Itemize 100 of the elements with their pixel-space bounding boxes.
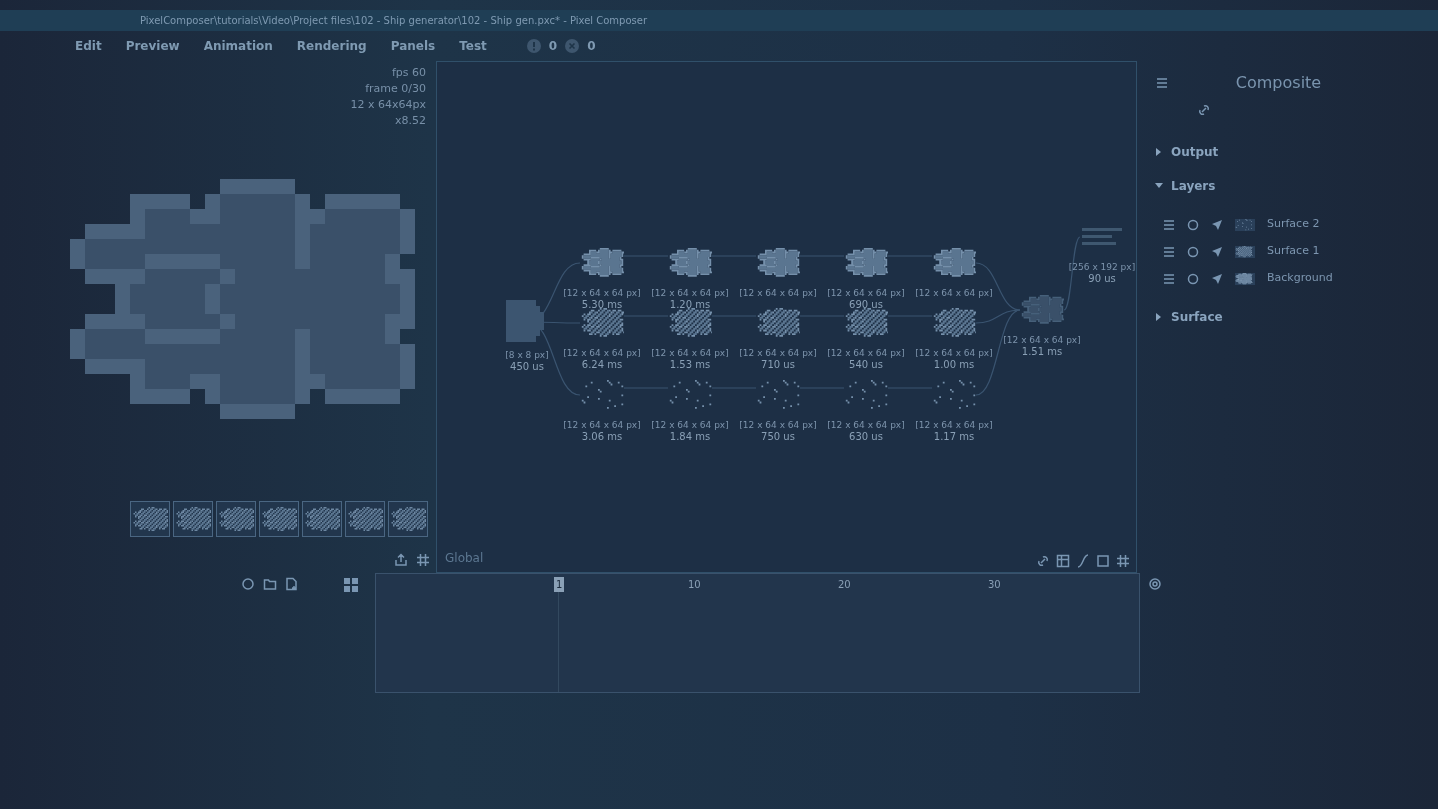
time-label: 750 us (761, 431, 795, 443)
folder-icon[interactable] (263, 577, 277, 591)
preview-info-text: fps 60 (390, 65, 426, 81)
frame-number[interactable]: 1 (554, 577, 565, 592)
time-label: 5.30 ms (581, 299, 623, 311)
frame-thumbnail[interactable] (130, 501, 170, 537)
list-icon[interactable] (1155, 76, 1169, 90)
frame-thumbnail[interactable] (216, 501, 256, 537)
cursor-arrow-icon[interactable] (1211, 272, 1223, 285)
export-icon[interactable] (394, 553, 408, 567)
section-header[interactable]: Output (1155, 143, 1219, 161)
time-label: 3.06 ms (581, 431, 623, 443)
refresh-icon[interactable] (241, 577, 255, 591)
time-label: 1.00 ms (933, 359, 975, 371)
size-label: [12 x 64 x 64 px] (1003, 335, 1081, 346)
error-icon (565, 39, 580, 53)
table-icon[interactable] (1056, 554, 1070, 568)
size-label: [12 x 64 x 64 px] (739, 420, 817, 431)
file-add-icon[interactable] (285, 577, 299, 591)
size-label: [256 x 192 px] (1068, 262, 1136, 273)
layer-name: Surface 2 (1267, 216, 1320, 233)
time-label: 6.24 ms (581, 359, 623, 371)
frame-thumbnail[interactable] (173, 501, 213, 537)
panel-title: Composite (1234, 72, 1323, 94)
ship-thumbnail-icon[interactable] (756, 248, 800, 278)
time-label: 90 us (1088, 273, 1116, 285)
curve-icon[interactable] (1076, 554, 1090, 568)
menu-item[interactable]: Animation (203, 37, 273, 55)
frame-icon[interactable] (1096, 554, 1110, 568)
time-label: 1.84 ms (669, 431, 711, 443)
size-label: [12 x 64 x 64 px] (739, 348, 817, 359)
drag-handle-icon[interactable] (1163, 245, 1175, 258)
size-label: [12 x 64 x 64 px] (651, 288, 729, 299)
size-label: [12 x 64 x 64 px] (827, 420, 905, 431)
preview-info-text: frame 0/30 (364, 81, 426, 97)
time-label: 690 us (849, 299, 883, 311)
menu-item[interactable]: Rendering (296, 37, 367, 55)
ship-thumbnail-icon[interactable] (932, 248, 976, 278)
time-label: 450 us (510, 361, 544, 373)
preview-info-text: x8.52 (394, 113, 426, 129)
preview-info-text: 12 x 64x64px (350, 97, 426, 113)
menu-item[interactable]: Panels (390, 37, 436, 55)
composite-thumbnail-icon[interactable] (1020, 295, 1064, 325)
cursor-arrow-icon[interactable] (1211, 245, 1223, 258)
frame-number[interactable]: 20 (836, 577, 853, 592)
layer-thumbnail-icon (1235, 245, 1255, 258)
layer-name: Surface 1 (1267, 243, 1320, 260)
ship-thumbnail-icon (175, 507, 211, 531)
size-label: [12 x 64 x 64 px] (915, 420, 993, 431)
graph-context-label: Global (445, 550, 484, 567)
size-label: [12 x 64 x 64 px] (563, 420, 641, 431)
ship-thumbnail-icon (218, 507, 254, 531)
time-label: 630 us (849, 431, 883, 443)
pixel-dots-thumbnail-icon[interactable] (932, 380, 976, 410)
section-header[interactable]: Layers (1155, 177, 1216, 195)
ship-thumbnail-icon[interactable] (668, 248, 712, 278)
time-label: 540 us (849, 359, 883, 371)
window-title: PixelComposer\tutorials\Video\Project files\102 - Ship generator\102 - Ship gen.pxc* - Pixel Composer (0, 10, 1438, 31)
frame-thumbnail[interactable] (259, 501, 299, 537)
settings-icon[interactable] (1148, 577, 1162, 591)
ship-parts-thumbnail-icon[interactable] (580, 308, 624, 338)
size-label: [8 x 8 px] (505, 350, 549, 361)
ship-parts-thumbnail-icon[interactable] (844, 308, 888, 338)
pixel-dots-thumbnail-icon[interactable] (580, 380, 624, 410)
pixel-dots-thumbnail-icon[interactable] (844, 380, 888, 410)
frame-thumbnail[interactable] (388, 501, 428, 537)
warning-icon (526, 39, 541, 53)
layout-grid-icon[interactable] (343, 577, 359, 593)
grid-icon[interactable] (416, 553, 430, 567)
ship-thumbnail-icon (132, 507, 168, 531)
time-label: 1.53 ms (669, 359, 711, 371)
ship-parts-thumbnail-icon[interactable] (932, 308, 976, 338)
size-label: [12 x 64 x 64 px] (827, 288, 905, 299)
grid-icon[interactable] (1116, 554, 1130, 568)
error-count: 0 (587, 38, 596, 55)
section-header[interactable]: Surface (1155, 308, 1223, 326)
size-label: [12 x 64 x 64 px] (651, 420, 729, 431)
timeline-ruler[interactable]: 1 10 20 30 (375, 573, 1140, 693)
frame-thumbnail[interactable] (345, 501, 385, 537)
menu-item[interactable]: Edit (75, 37, 102, 55)
frame-number[interactable]: 30 (986, 577, 1003, 592)
ship-thumbnail-icon[interactable] (844, 248, 888, 278)
frame-thumbnail[interactable] (302, 501, 342, 537)
layer-thumbnail-icon (1235, 218, 1255, 231)
cursor-arrow-icon[interactable] (1211, 218, 1223, 231)
frame-number[interactable]: 10 (686, 577, 703, 592)
ship-parts-thumbnail-icon[interactable] (756, 308, 800, 338)
menu-item[interactable]: Preview (125, 37, 180, 55)
ship-thumbnail-icon (304, 507, 340, 531)
pixel-dots-thumbnail-icon[interactable] (668, 380, 712, 410)
ship-thumbnail-icon (261, 507, 297, 531)
ship-parts-thumbnail-icon[interactable] (668, 308, 712, 338)
layer-name: Background (1267, 270, 1333, 287)
drag-handle-icon[interactable] (1163, 272, 1175, 285)
time-label: 1.17 ms (933, 431, 975, 443)
menu-item[interactable]: Test (459, 37, 487, 55)
drag-handle-icon[interactable] (1163, 218, 1175, 231)
ship-thumbnail-icon (347, 507, 383, 531)
ship-thumbnail-icon[interactable] (580, 248, 624, 278)
pixel-dots-thumbnail-icon[interactable] (756, 380, 800, 410)
